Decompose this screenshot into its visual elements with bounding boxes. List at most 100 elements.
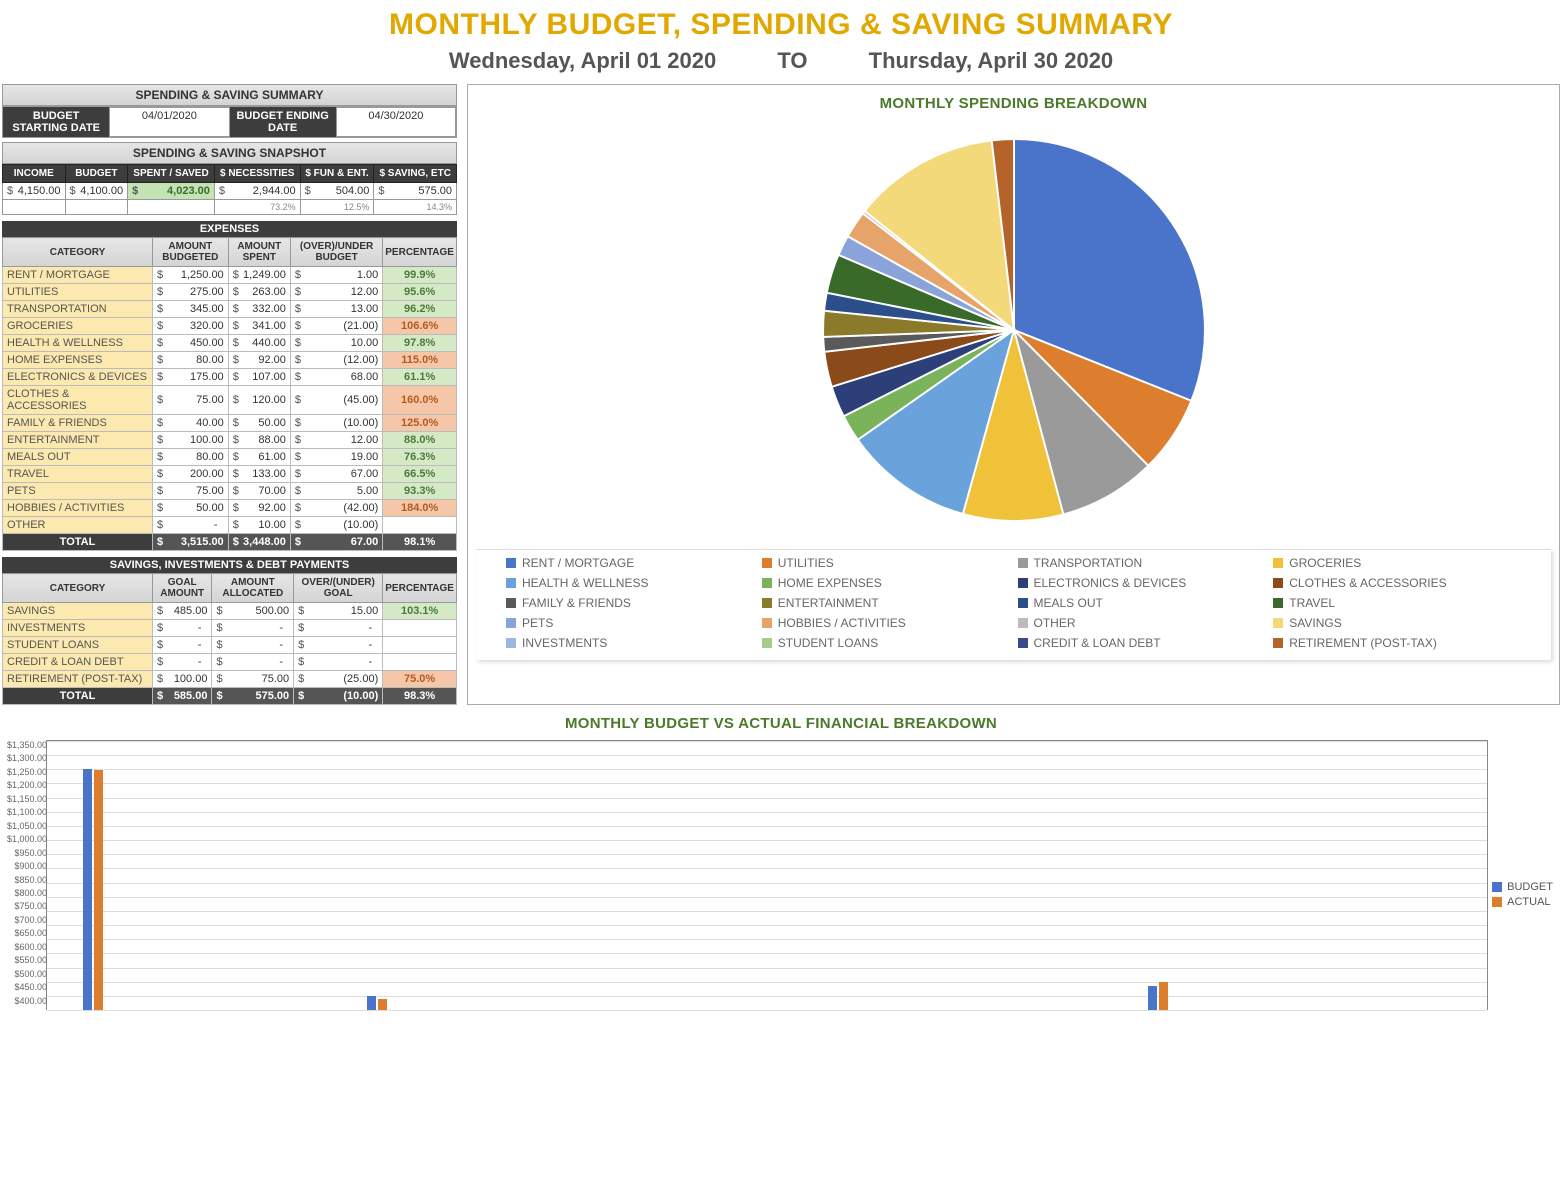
- table-row: TRAVEL$200.00$133.00$67.0066.5%: [3, 466, 457, 483]
- money-cell: $175.00: [153, 369, 229, 386]
- pct-cell: 97.8%: [383, 335, 457, 352]
- table-row: CREDIT & LOAN DEBT$ - $ - $ -: [3, 654, 457, 671]
- category-cell: ELECTRONICS & DEVICES: [3, 369, 153, 386]
- money-cell: $80.00: [153, 352, 229, 369]
- bar-group: [767, 741, 838, 1010]
- money-cell: $107.00: [228, 369, 290, 386]
- pie-panel: MONTHLY SPENDING BREAKDOWN RENT / MORTGA…: [467, 84, 1560, 705]
- budget-start-date[interactable]: 04/01/2020: [109, 107, 229, 137]
- bar-legend-actual: ACTUAL: [1507, 896, 1550, 908]
- money-cell: $133.00: [228, 466, 290, 483]
- y-tick: $950.00: [3, 849, 47, 862]
- snapshot-value: $575.00: [374, 183, 457, 200]
- legend-label: GROCERIES: [1289, 556, 1361, 570]
- bar-group: [1406, 741, 1477, 1010]
- bar-group: [483, 741, 554, 1010]
- money-cell: $575.00: [212, 688, 294, 705]
- legend-label: INVESTMENTS: [522, 636, 607, 650]
- category-cell: MEALS OUT: [3, 449, 153, 466]
- y-tick: $450.00: [3, 983, 47, 996]
- money-cell: $1.00: [290, 267, 382, 284]
- money-cell: $88.00: [228, 432, 290, 449]
- legend-label: STUDENT LOANS: [778, 636, 878, 650]
- y-tick: $1,000.00: [3, 835, 47, 848]
- legend-swatch: [1273, 638, 1283, 648]
- bar-group: [1051, 741, 1122, 1010]
- money-cell: $80.00: [153, 449, 229, 466]
- bar-group: [1335, 741, 1406, 1010]
- category-cell: FAMILY & FRIENDS: [3, 415, 153, 432]
- bar-group: [1193, 741, 1264, 1010]
- snapshot-header: SPENDING & SAVING SNAPSHOT: [2, 142, 457, 164]
- money-cell: $50.00: [153, 500, 229, 517]
- snapshot-col: INCOME: [3, 165, 66, 183]
- snapshot-col: $ NECESSITIES: [214, 165, 300, 183]
- table-row: CLOTHES & ACCESSORIES$75.00$120.00$(45.0…: [3, 386, 457, 415]
- money-cell: $ -: [153, 620, 212, 637]
- money-cell: $ -: [153, 637, 212, 654]
- money-cell: $ -: [212, 637, 294, 654]
- legend-swatch: [1273, 598, 1283, 608]
- legend-item: GROCERIES: [1273, 556, 1521, 570]
- legend-label: HOME EXPENSES: [778, 576, 882, 590]
- table-row: SAVINGS$485.00$500.00$15.00103.1%: [3, 603, 457, 620]
- category-cell: HOBBIES / ACTIVITIES: [3, 500, 153, 517]
- expenses-header: EXPENSES: [2, 221, 457, 237]
- legend-label: CLOTHES & ACCESSORIES: [1289, 576, 1446, 590]
- bar-group: [270, 741, 341, 1010]
- legend-swatch: [1018, 558, 1028, 568]
- money-cell: $ -: [153, 517, 229, 534]
- snapshot-col: BUDGET: [65, 165, 128, 183]
- category-cell: TRAVEL: [3, 466, 153, 483]
- legend-item: TRANSPORTATION: [1018, 556, 1266, 570]
- legend-item: RETIREMENT (POST-TAX): [1273, 636, 1521, 650]
- money-cell: $200.00: [153, 466, 229, 483]
- category-cell: HOME EXPENSES: [3, 352, 153, 369]
- money-cell: $345.00: [153, 301, 229, 318]
- budget-end-date[interactable]: 04/30/2020: [336, 107, 456, 137]
- bar-budget: [367, 996, 376, 1010]
- budget-end-label: BUDGET ENDING DATE: [230, 107, 336, 137]
- legend-swatch: [1018, 618, 1028, 628]
- bar-group: [1264, 741, 1335, 1010]
- legend-label: SAVINGS: [1289, 616, 1341, 630]
- legend-label: TRANSPORTATION: [1034, 556, 1143, 570]
- money-cell: $440.00: [228, 335, 290, 352]
- pct-cell: 184.0%: [383, 500, 457, 517]
- money-cell: $100.00: [153, 671, 212, 688]
- budget-start-label: BUDGET STARTING DATE: [3, 107, 109, 137]
- y-tick: $550.00: [3, 956, 47, 969]
- bar-group: [980, 741, 1051, 1010]
- pct-cell: 103.1%: [383, 603, 457, 620]
- bar-group: [696, 741, 767, 1010]
- pct-cell: 115.0%: [383, 352, 457, 369]
- bar-title: MONTHLY BUDGET VS ACTUAL FINANCIAL BREAK…: [4, 711, 1558, 740]
- pct-cell: 88.0%: [383, 432, 457, 449]
- table-row: OTHER$ - $10.00$(10.00): [3, 517, 457, 534]
- savings-header: SAVINGS, INVESTMENTS & DEBT PAYMENTS: [2, 557, 457, 573]
- pie-title: MONTHLY SPENDING BREAKDOWN: [468, 91, 1559, 120]
- page-title: MONTHLY BUDGET, SPENDING & SAVING SUMMAR…: [0, 0, 1562, 42]
- y-tick: $800.00: [3, 889, 47, 902]
- legend-item: FAMILY & FRIENDS: [506, 596, 754, 610]
- y-tick: $1,100.00: [3, 808, 47, 821]
- snapshot-col: $ SAVING, ETC: [374, 165, 457, 183]
- y-tick: $700.00: [3, 916, 47, 929]
- bar-panel: MONTHLY BUDGET VS ACTUAL FINANCIAL BREAK…: [0, 705, 1562, 1010]
- legend-item: ENTERTAINMENT: [762, 596, 1010, 610]
- money-cell: $100.00: [153, 432, 229, 449]
- legend-item: HOME EXPENSES: [762, 576, 1010, 590]
- legend-item: PETS: [506, 616, 754, 630]
- y-tick: $650.00: [3, 929, 47, 942]
- table-row: HEALTH & WELLNESS$450.00$440.00$10.0097.…: [3, 335, 457, 352]
- money-cell: $75.00: [212, 671, 294, 688]
- snapshot-col: SPENT / SAVED: [128, 165, 215, 183]
- category-cell: HEALTH & WELLNESS: [3, 335, 153, 352]
- pct-cell: 106.6%: [383, 318, 457, 335]
- table-row: INVESTMENTS$ - $ - $ -: [3, 620, 457, 637]
- category-cell: SAVINGS: [3, 603, 153, 620]
- to-label: TO: [777, 48, 807, 74]
- money-cell: $5.00: [290, 483, 382, 500]
- y-tick: $600.00: [3, 943, 47, 956]
- money-cell: $450.00: [153, 335, 229, 352]
